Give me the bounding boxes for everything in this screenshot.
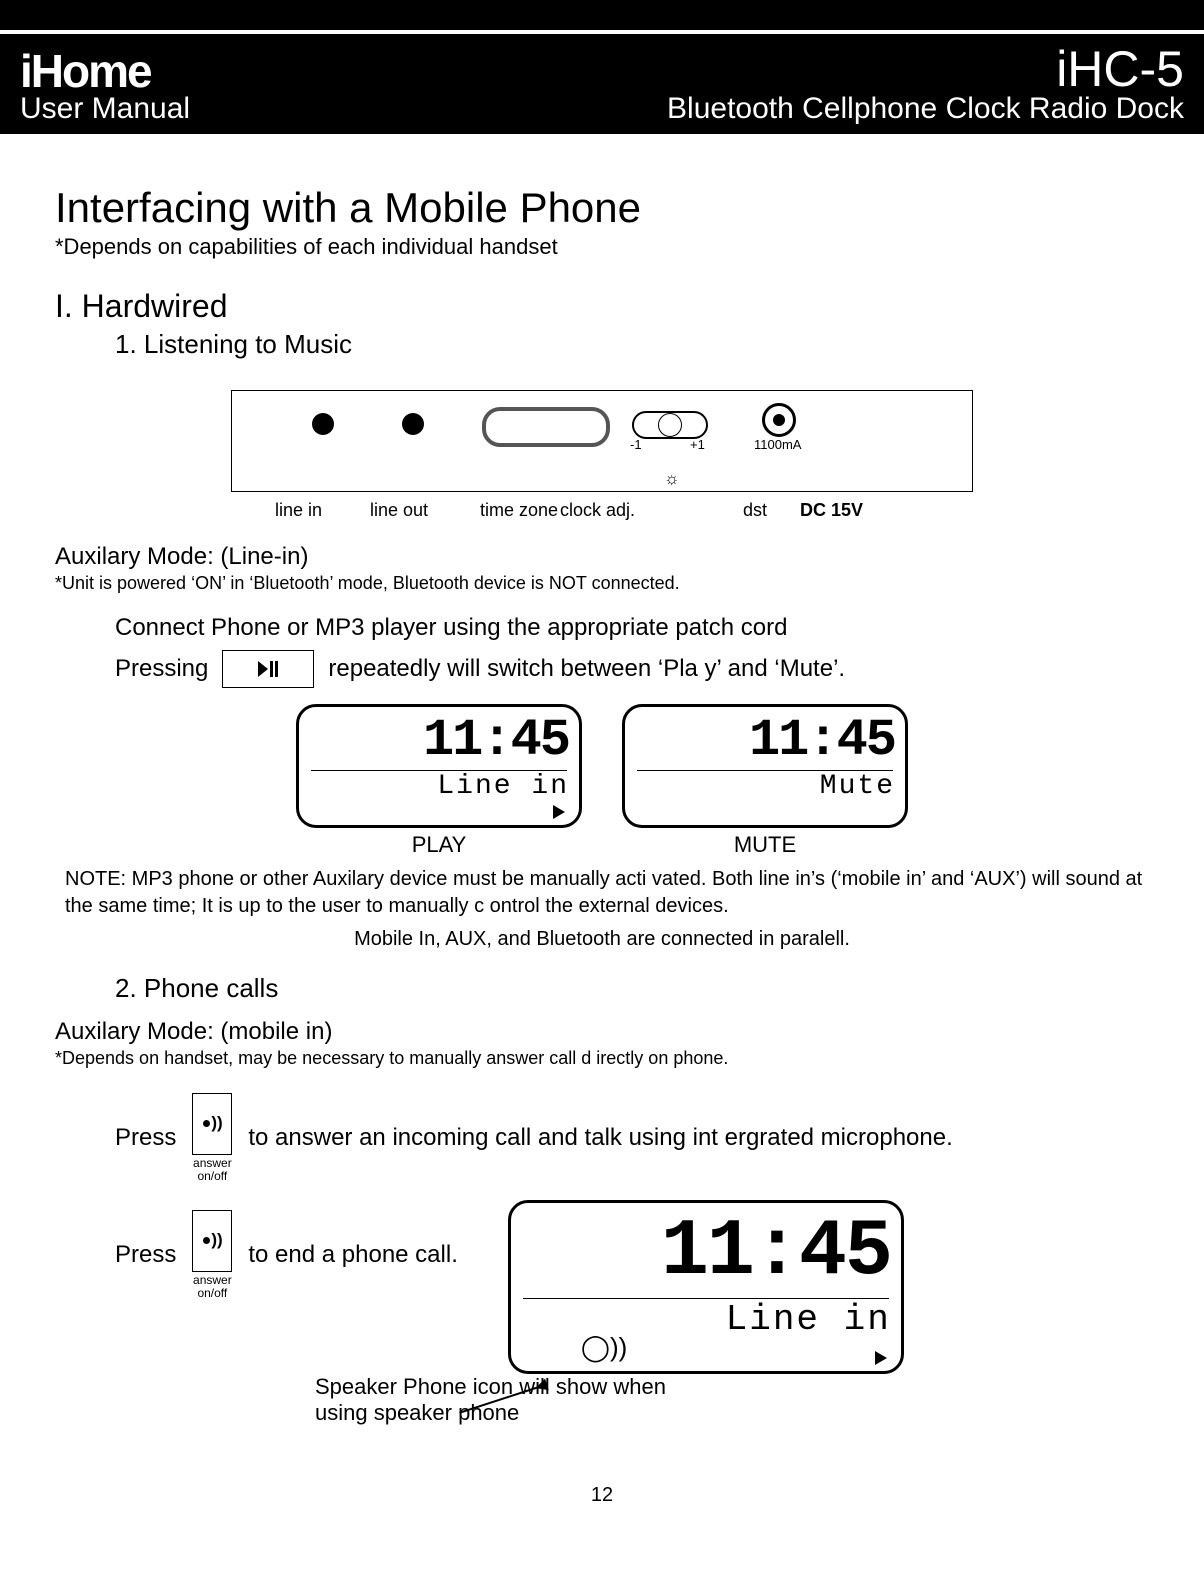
speakerphone-icon: ◯)) bbox=[581, 1332, 627, 1363]
pressing-instruction: Pressing repeatedly will switch between … bbox=[115, 650, 1149, 688]
lcd-mute-screen: 11:45 Mute bbox=[622, 704, 908, 828]
play-pause-button-icon bbox=[222, 650, 314, 688]
model-number: iHC-5 bbox=[1056, 40, 1184, 98]
mute-caption: MUTE bbox=[622, 832, 908, 858]
manual-label: User Manual bbox=[20, 92, 190, 126]
aux-linein-title: Auxilary Mode: (Line-in) bbox=[55, 543, 1149, 571]
play-triangle-icon bbox=[553, 805, 565, 819]
parallel-note: Mobile In, AUX, and Bluetooth are connec… bbox=[55, 928, 1149, 951]
play-caption: PLAY bbox=[296, 832, 582, 858]
timezone-switch-icon bbox=[632, 411, 708, 439]
end-button-label: answer on/off bbox=[193, 1274, 232, 1299]
lcd-speakerphone-screen: 11:45 Line in ◯)) bbox=[508, 1200, 904, 1374]
section-hardwired: I. Hardwired bbox=[55, 288, 1149, 325]
line-in-jack-icon bbox=[312, 413, 334, 435]
page-number: 12 bbox=[55, 1484, 1149, 1507]
clock-adj-dial-icon bbox=[482, 407, 610, 447]
speakerphone-note: Speaker Phone icon will show when using … bbox=[315, 1374, 695, 1426]
step-1-title: 1. Listening to Music bbox=[115, 329, 1149, 360]
step-2-title: 2. Phone calls bbox=[115, 973, 1149, 1004]
end-call-row: Press answer on/off to end a phone call. bbox=[115, 1210, 458, 1299]
ma-label: 1100mA bbox=[754, 437, 801, 452]
answer-button-icon bbox=[192, 1093, 232, 1155]
answer-call-row: Press answer on/off to answer an incomin… bbox=[115, 1093, 1149, 1182]
page-title: Interfacing with a Mobile Phone bbox=[55, 184, 1149, 232]
note-text: NOTE: MP3 phone or other Auxilary device… bbox=[65, 866, 1149, 920]
line-out-jack-icon bbox=[402, 413, 424, 435]
aux-mobilein-title: Auxilary Mode: (mobile in) bbox=[55, 1018, 1149, 1046]
play-triangle-icon bbox=[875, 1351, 887, 1365]
title-footnote: *Depends on capabilities of each individ… bbox=[55, 234, 1149, 260]
connect-instruction: Connect Phone or MP3 player using the ap… bbox=[115, 614, 1149, 642]
answer-button-label: answer on/off bbox=[193, 1157, 232, 1182]
switch-minus-label: -1 bbox=[630, 437, 642, 452]
product-name: Bluetooth Cellphone Clock Radio Dock bbox=[667, 92, 1184, 126]
end-call-button-icon bbox=[192, 1210, 232, 1272]
switch-plus-label: +1 bbox=[690, 437, 705, 452]
page-header: iHome iHC-5 User Manual Bluetooth Cellph… bbox=[0, 30, 1204, 134]
lcd-play-screen: 11:45 Line in bbox=[296, 704, 582, 828]
back-panel-labels: line in line out time zone clock adj. ds… bbox=[275, 500, 1149, 521]
dc-jack-icon bbox=[762, 403, 796, 437]
aux-mobilein-subnote: *Depends on handset, may be necessary to… bbox=[55, 1048, 1149, 1069]
aux-linein-subnote: *Unit is powered ‘ON’ in ‘Bluetooth’ mod… bbox=[55, 573, 1149, 594]
back-panel-diagram: -1 +1 1100mA ☼ bbox=[231, 390, 973, 492]
brand-logo: iHome bbox=[20, 44, 151, 98]
